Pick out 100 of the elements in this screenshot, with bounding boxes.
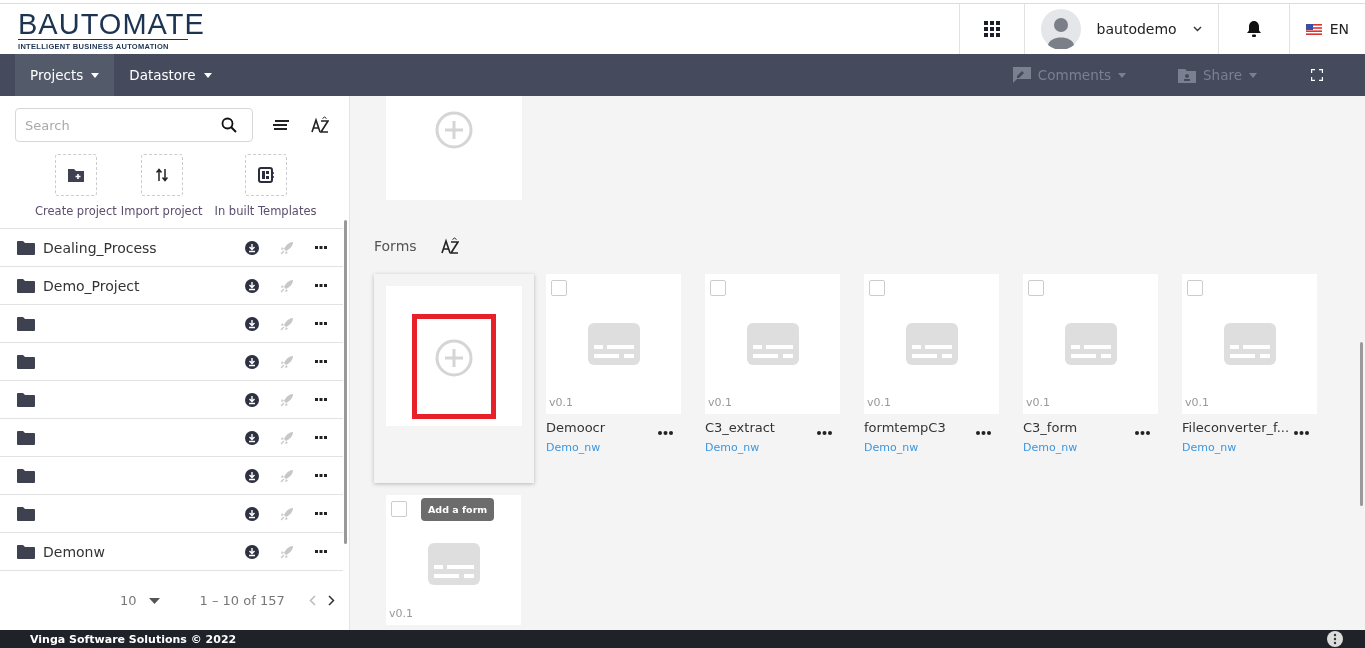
form-thumbnail[interactable]: v0.1 bbox=[864, 274, 999, 414]
folder-icon bbox=[17, 468, 35, 483]
scrollbar[interactable] bbox=[1360, 342, 1363, 506]
download-icon[interactable] bbox=[245, 430, 259, 445]
more-icon[interactable] bbox=[315, 512, 327, 515]
more-icon[interactable] bbox=[315, 284, 327, 287]
form-thumbnail[interactable]: v0.1 bbox=[546, 274, 681, 414]
download-icon[interactable] bbox=[245, 468, 259, 483]
chevron-icon bbox=[1192, 26, 1202, 32]
import-project-button[interactable] bbox=[140, 154, 183, 196]
more-icon[interactable] bbox=[315, 360, 327, 363]
search-icon bbox=[221, 117, 237, 133]
form-icon bbox=[587, 323, 640, 365]
project-row[interactable]: Demo_Project bbox=[0, 267, 343, 305]
action-label: In built Templates bbox=[214, 204, 317, 218]
page-range: 1 – 10 of 157 bbox=[199, 593, 285, 608]
folder-icon bbox=[17, 392, 35, 407]
more-icon[interactable] bbox=[315, 436, 327, 439]
next-page-icon[interactable] bbox=[327, 595, 335, 606]
create-project-button[interactable] bbox=[54, 154, 97, 196]
search-field[interactable]: Search bbox=[15, 108, 253, 142]
more-icon[interactable] bbox=[976, 430, 991, 435]
project-link[interactable]: Demo_nw bbox=[546, 441, 681, 454]
download-icon[interactable] bbox=[245, 392, 259, 407]
section-title: Forms bbox=[374, 238, 417, 254]
form-thumbnail[interactable]: v0.1 bbox=[1182, 274, 1317, 414]
version-label: v0.1 bbox=[549, 396, 573, 409]
sort-az-icon[interactable] bbox=[440, 237, 459, 255]
more-icon[interactable] bbox=[1294, 430, 1309, 435]
fullscreen-icon bbox=[1311, 69, 1323, 81]
plus-circle-icon bbox=[435, 339, 473, 377]
version-label: v0.1 bbox=[1185, 396, 1209, 409]
project-row[interactable]: Dealing_Process bbox=[0, 229, 343, 267]
caret-icon bbox=[203, 72, 212, 78]
arrows-icon bbox=[155, 168, 168, 182]
project-link[interactable]: Demo_nw bbox=[1023, 441, 1158, 454]
more-icon[interactable] bbox=[315, 322, 327, 325]
action-label: Import project bbox=[120, 204, 203, 218]
form-thumbnail[interactable]: v0.1 bbox=[705, 274, 840, 414]
download-icon[interactable] bbox=[245, 316, 259, 331]
form-name: C3_extract bbox=[705, 420, 775, 435]
nav-menu[interactable]: Datastore bbox=[114, 54, 227, 96]
grid-icon bbox=[983, 21, 1000, 37]
more-icon[interactable] bbox=[315, 246, 327, 249]
nav-menu[interactable]: Projects bbox=[15, 54, 115, 96]
more-icon[interactable] bbox=[1135, 430, 1150, 435]
sort-az-icon[interactable] bbox=[311, 116, 329, 134]
checkbox[interactable] bbox=[1028, 280, 1044, 296]
form-icon bbox=[427, 543, 480, 585]
copyright-text: Vinga Software Solutions © 2022 bbox=[30, 632, 237, 646]
folder-icon bbox=[17, 544, 35, 559]
folder-user-icon bbox=[1178, 67, 1197, 83]
template-icon bbox=[257, 167, 274, 183]
scrollbar[interactable] bbox=[344, 220, 347, 544]
plus-circle-icon bbox=[435, 111, 473, 149]
folder-icon bbox=[17, 430, 35, 445]
form-name: formtempC3 bbox=[864, 420, 946, 435]
version-label: v0.1 bbox=[389, 607, 413, 620]
checkbox[interactable] bbox=[869, 280, 885, 296]
templates-button[interactable] bbox=[244, 154, 287, 196]
download-icon[interactable] bbox=[245, 544, 259, 559]
fullscreen-button[interactable] bbox=[1311, 69, 1323, 81]
flag-icon bbox=[1305, 23, 1322, 35]
more-icon[interactable] bbox=[658, 430, 673, 435]
more-icon[interactable] bbox=[315, 550, 327, 553]
folder-icon bbox=[17, 316, 35, 331]
version-label: v0.1 bbox=[1026, 396, 1050, 409]
bell-icon bbox=[1244, 20, 1263, 38]
folder-icon bbox=[17, 354, 35, 369]
checkbox[interactable] bbox=[551, 280, 567, 296]
checkbox[interactable] bbox=[391, 501, 407, 517]
project-row[interactable]: Demonw bbox=[0, 533, 343, 571]
download-icon[interactable] bbox=[245, 506, 259, 521]
project-link[interactable]: Demo_nw bbox=[864, 441, 999, 454]
project-link[interactable]: Demo_nw bbox=[705, 441, 840, 454]
download-icon[interactable] bbox=[245, 278, 259, 293]
caret-icon bbox=[91, 72, 100, 78]
page-size-select[interactable]: 10 bbox=[120, 593, 137, 608]
folder-icon bbox=[17, 506, 35, 521]
form-icon bbox=[746, 323, 799, 365]
folder-icon bbox=[17, 240, 35, 255]
checkbox[interactable] bbox=[710, 280, 726, 296]
form-thumbnail[interactable]: v0.1 bbox=[1023, 274, 1158, 414]
more-icon[interactable] bbox=[817, 430, 832, 435]
info-icon[interactable] bbox=[1327, 631, 1343, 647]
checkbox[interactable] bbox=[1187, 280, 1203, 296]
download-icon[interactable] bbox=[245, 354, 259, 369]
project-link[interactable]: Demo_nw bbox=[1182, 441, 1317, 454]
more-icon[interactable] bbox=[315, 398, 327, 401]
more-icon[interactable] bbox=[315, 474, 327, 477]
form-icon bbox=[1064, 323, 1117, 365]
sort-lines-icon[interactable] bbox=[273, 120, 289, 130]
form-icon bbox=[1223, 323, 1276, 365]
version-label: v0.1 bbox=[708, 396, 732, 409]
form-name: Fileconverter_f... bbox=[1182, 420, 1290, 435]
caret-icon bbox=[148, 597, 160, 604]
folder-plus-icon bbox=[67, 168, 84, 182]
download-icon[interactable] bbox=[245, 240, 259, 255]
comment-icon bbox=[1012, 67, 1031, 83]
version-label: v0.1 bbox=[867, 396, 891, 409]
